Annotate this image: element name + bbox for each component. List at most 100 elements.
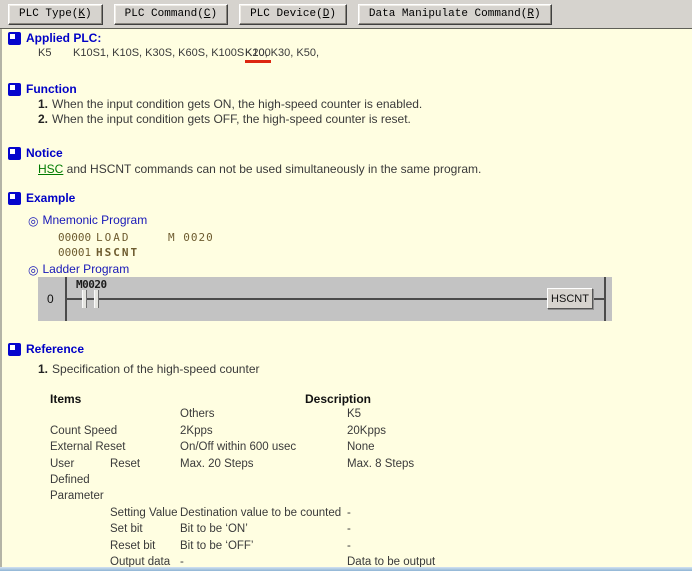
function-item-1: 1. When the input condition gets ON, the … (38, 97, 422, 111)
code-opcode: LOAD (96, 231, 131, 244)
ladder-program-label: ◎ Ladder Program (28, 263, 129, 276)
spec-cell: Setting Value (110, 507, 178, 519)
spec-cell: Max. 20 Steps (180, 458, 254, 470)
contact-bar-icon (82, 290, 87, 308)
spec-cell: Defined (50, 474, 90, 486)
rung-number: 0 (47, 292, 54, 306)
plc-group-2: K10S1, K10S, K30S, K60S, K100S (73, 47, 244, 59)
notice-heading: Notice (8, 146, 63, 160)
spec-cell: External Reset (50, 441, 125, 453)
spec-cell: Set bit (110, 523, 143, 535)
sub-label-text: Ladder Program (42, 263, 129, 276)
table-row: Count Speed2Kpps20Kpps (0, 425, 692, 440)
table-row: Setting ValueDestination value to be cou… (0, 507, 692, 522)
spec-table-header: Items Description (0, 392, 692, 407)
sub-label-text: Mnemonic Program (42, 214, 147, 227)
section-title: Notice (26, 146, 63, 160)
list-number: 1. (38, 97, 48, 111)
table-row: Set bit Bit to be ‘ON’ - (0, 523, 692, 538)
spec-cell: On/Off within 600 usec (180, 441, 296, 453)
button-label-pre: Data Manipulate Command( (369, 8, 527, 20)
list-text: When the input condition gets OFF, the h… (52, 112, 411, 126)
section-title: Reference (26, 342, 84, 356)
function-heading: Function (8, 82, 77, 96)
ladder-right-rail (604, 277, 606, 321)
ladder-rung-line (65, 298, 606, 300)
ladder-diagram: 0 M0020 HSCNT (38, 277, 612, 321)
table-row: External Reset On/Off within 600 usec None (0, 441, 692, 456)
spec-cell: Parameter (50, 490, 104, 502)
hsc-link[interactable]: HSC (38, 162, 63, 176)
spec-cell: - (347, 540, 351, 552)
table-row: Defined (0, 474, 692, 489)
header-items: Items (50, 392, 81, 406)
button-access-key: R (527, 8, 534, 20)
notice-text: HSC and HSCNT commands can not be used s… (38, 162, 481, 176)
spec-cell: Others (180, 408, 215, 420)
button-label-post: ) (210, 8, 217, 20)
spec-cell: Max. 8 Steps (347, 458, 414, 470)
plc-device-button[interactable]: PLC Device(D) (239, 4, 347, 25)
applied-plc-list: K5 K10S1, K10S, K30S, K60S, K100S K10, K… (0, 47, 692, 63)
hscnt-output-box: HSCNT (547, 288, 593, 309)
spec-cell: - (347, 523, 351, 535)
section-title: Example (26, 191, 75, 205)
spec-cell: Reset bit (110, 540, 155, 552)
code-address: 00001 (58, 246, 91, 259)
plc-group-1: K5 (38, 47, 51, 59)
button-label-pre: PLC Device( (250, 8, 323, 20)
button-label-pre: PLC Command( (125, 8, 204, 20)
spec-cell: Bit to be ‘ON’ (180, 523, 248, 535)
code-opcode: HSCNT (96, 246, 139, 259)
code-address: 00000 (58, 231, 91, 244)
plc-help-window: PLC Type(K) PLC Command(C) PLC Device(D)… (0, 0, 692, 571)
code-operand: M 0020 (168, 231, 214, 244)
table-row: Parameter (0, 490, 692, 505)
spec-cell: Bit to be ‘OFF’ (180, 540, 254, 552)
list-text: Specification of the high-speed counter (52, 362, 259, 376)
spec-cell: Destination value to be counted (180, 507, 341, 519)
contact-label: M0020 (76, 278, 107, 291)
function-item-2: 2. When the input condition gets OFF, the… (38, 112, 411, 126)
spec-cell: K5 (347, 408, 361, 420)
blue-square-bullet-icon (8, 83, 21, 96)
notice-rest-text: and HSCNT commands can not be used simul… (63, 162, 481, 176)
mnemonic-code-line: 00000 LOAD M 0020 (58, 231, 318, 244)
list-number: 2. (38, 112, 48, 126)
spec-cell: Reset (110, 458, 140, 470)
mnemonic-code-line: 00001 HSCNT (58, 246, 318, 259)
double-circle-icon: ◎ (28, 215, 38, 227)
example-heading: Example (8, 191, 75, 205)
plc-command-button[interactable]: PLC Command(C) (114, 4, 228, 25)
mnemonic-program-label: ◎ Mnemonic Program (28, 214, 147, 227)
spec-cell: None (347, 441, 375, 453)
blue-square-bullet-icon (8, 32, 21, 45)
button-label-post: ) (329, 8, 336, 20)
list-text: When the input condition gets ON, the hi… (52, 97, 422, 111)
spec-cell: - (347, 507, 351, 519)
section-title: Function (26, 82, 77, 96)
reference-heading: Reference (8, 342, 84, 356)
table-row: User Reset Max. 20 Steps Max. 8 Steps (0, 458, 692, 473)
applied-plc-heading: Applied PLC: (8, 31, 101, 45)
spec-cell: User (50, 458, 74, 470)
blue-square-bullet-icon (8, 192, 21, 205)
toolbar: PLC Type(K) PLC Command(C) PLC Device(D)… (0, 0, 692, 29)
plc-type-button[interactable]: PLC Type(K) (8, 4, 103, 25)
button-label-post: ) (85, 8, 92, 20)
section-title: Applied PLC: (26, 31, 101, 45)
blue-square-bullet-icon (8, 147, 21, 160)
spec-cell: 2Kpps (180, 425, 213, 437)
plc-k200-highlighted: K200 (245, 47, 271, 63)
table-row: Others K5 (0, 408, 692, 423)
reference-item: 1.Specification of the high-speed counte… (38, 362, 259, 376)
spec-cell: Count Speed (50, 425, 117, 437)
data-manipulate-command-button[interactable]: Data Manipulate Command(R) (358, 4, 552, 25)
button-label-post: ) (534, 8, 541, 20)
double-circle-icon: ◎ (28, 264, 38, 276)
contact-bar-icon (94, 290, 99, 308)
button-label-pre: PLC Type( (19, 8, 78, 20)
table-row: Reset bit Bit to be ‘OFF’ - (0, 540, 692, 555)
bottom-window-edge (0, 567, 692, 571)
header-description: Description (305, 392, 371, 406)
